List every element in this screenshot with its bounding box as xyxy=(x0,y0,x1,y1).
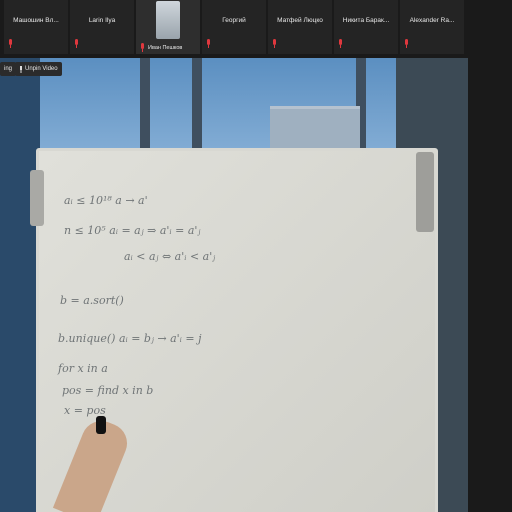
participant-name: Матфей Люцко xyxy=(277,17,323,24)
participant-tile[interactable]: Larin Ilya xyxy=(70,0,134,54)
participant-name: Никита Барак... xyxy=(342,17,390,24)
participant-tile[interactable]: Машошин Вл... xyxy=(4,0,68,54)
board-text: n ≤ 10⁵ aᵢ = aⱼ ⇒ a'ᵢ = a'ⱼ xyxy=(64,224,201,237)
board-clip xyxy=(416,152,434,232)
recording-indicator: ing xyxy=(0,62,17,76)
mic-muted-icon xyxy=(405,39,408,48)
participant-video xyxy=(156,1,180,39)
participant-tile[interactable]: Никита Барак... xyxy=(334,0,398,54)
mic-muted-icon xyxy=(75,39,78,48)
participant-tile[interactable]: Матфей Люцко xyxy=(268,0,332,54)
participant-tile[interactable]: Георгий xyxy=(202,0,266,54)
board-clip xyxy=(30,170,44,226)
board-text: aᵢ ≤ 10¹⁸ a → a' xyxy=(64,194,148,207)
unpin-video-label: Unpin Video xyxy=(25,66,58,72)
board-text: pos = find x in b xyxy=(62,384,154,397)
board-text: for x in a xyxy=(58,362,108,375)
participant-name: Larin Ilya xyxy=(88,17,116,24)
side-panel xyxy=(468,58,512,512)
participant-name: Георгий xyxy=(222,17,246,24)
mic-muted-icon xyxy=(339,39,342,48)
participant-name: Машошин Вл... xyxy=(13,17,59,24)
participant-name: Иван Пешков xyxy=(148,45,183,51)
background-wall xyxy=(0,58,40,512)
participant-tile[interactable]: Alexander Ra... xyxy=(400,0,464,54)
mic-muted-icon xyxy=(273,39,276,48)
participant-strip: Машошин Вл... Larin Ilya Иван Пешков Гео… xyxy=(0,0,512,56)
recording-label: ing xyxy=(4,66,13,72)
participant-tile-video[interactable]: Иван Пешков xyxy=(136,0,200,54)
participant-name: Alexander Ra... xyxy=(409,17,455,24)
mic-muted-icon xyxy=(207,39,210,48)
marker xyxy=(96,416,106,434)
mic-muted-icon xyxy=(141,43,144,52)
board-text: b = a.sort() xyxy=(60,294,124,307)
board-text: aᵢ < aⱼ ⇔ a'ᵢ < a'ⱼ xyxy=(124,250,216,263)
pin-icon xyxy=(20,65,22,73)
main-video[interactable]: aᵢ ≤ 10¹⁸ a → a' n ≤ 10⁵ aᵢ = aⱼ ⇒ a'ᵢ =… xyxy=(0,58,468,512)
mic-muted-icon xyxy=(9,39,12,48)
unpin-video-button[interactable]: Unpin Video xyxy=(15,62,62,76)
board-text: b.unique() aᵢ = bⱼ → a'ᵢ = j xyxy=(58,332,202,345)
